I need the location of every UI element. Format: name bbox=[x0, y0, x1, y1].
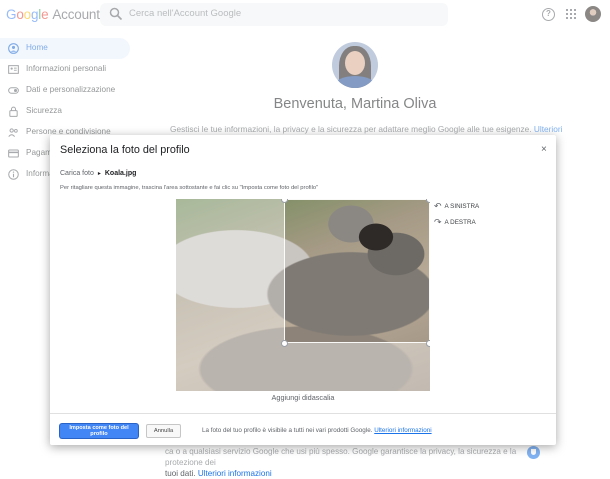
crop-mask-bottom bbox=[284, 343, 430, 391]
rotate-right-label: A DESTRA bbox=[444, 219, 476, 226]
breadcrumb-filename: Koala.jpg bbox=[104, 170, 137, 177]
add-caption[interactable]: Aggiungi didascalia bbox=[176, 393, 430, 402]
rotate-left-icon: ↶ bbox=[434, 201, 442, 211]
crop-area[interactable] bbox=[176, 199, 430, 391]
rotate-right-icon: ↷ bbox=[434, 217, 442, 227]
footer-link[interactable]: Ulteriori informazioni bbox=[198, 469, 272, 478]
footer-line-2: tuoi dati. bbox=[165, 469, 196, 478]
crop-handle-bottom-right[interactable] bbox=[426, 340, 430, 347]
dialog-divider bbox=[50, 413, 556, 414]
cancel-button[interactable]: Annulla bbox=[146, 424, 181, 438]
visibility-note-text: La foto del tuo profilo è visibile a tut… bbox=[202, 427, 373, 434]
breadcrumb: Carica foto ▸ Koala.jpg bbox=[60, 170, 136, 177]
rotate-left-label: A SINISTRA bbox=[444, 203, 480, 210]
breadcrumb-upload[interactable]: Carica foto bbox=[60, 170, 94, 177]
crop-selection[interactable] bbox=[284, 199, 430, 343]
rotate-right-button[interactable]: ↷ A DESTRA bbox=[434, 217, 476, 228]
profile-photo-dialog: Seleziona la foto del profilo × Carica f… bbox=[50, 135, 556, 445]
crop-handle-bottom-left[interactable] bbox=[281, 340, 288, 347]
crop-mask-left bbox=[176, 199, 284, 391]
dialog-title: Seleziona la foto del profilo bbox=[60, 144, 190, 156]
crop-handle-top-right[interactable] bbox=[426, 199, 430, 203]
crop-instructions: Per ritagliare questa immagine, trascina… bbox=[60, 185, 319, 191]
breadcrumb-separator-icon: ▸ bbox=[97, 171, 101, 177]
rotate-left-button[interactable]: ↶ A SINISTRA bbox=[434, 201, 479, 212]
close-icon[interactable]: × bbox=[541, 144, 547, 155]
set-profile-photo-button[interactable]: Imposta come foto del profilo bbox=[60, 424, 138, 438]
visibility-note: La foto del tuo profilo è visibile a tut… bbox=[202, 427, 432, 434]
learn-more-link[interactable]: Ulteriori informazioni bbox=[374, 427, 431, 434]
